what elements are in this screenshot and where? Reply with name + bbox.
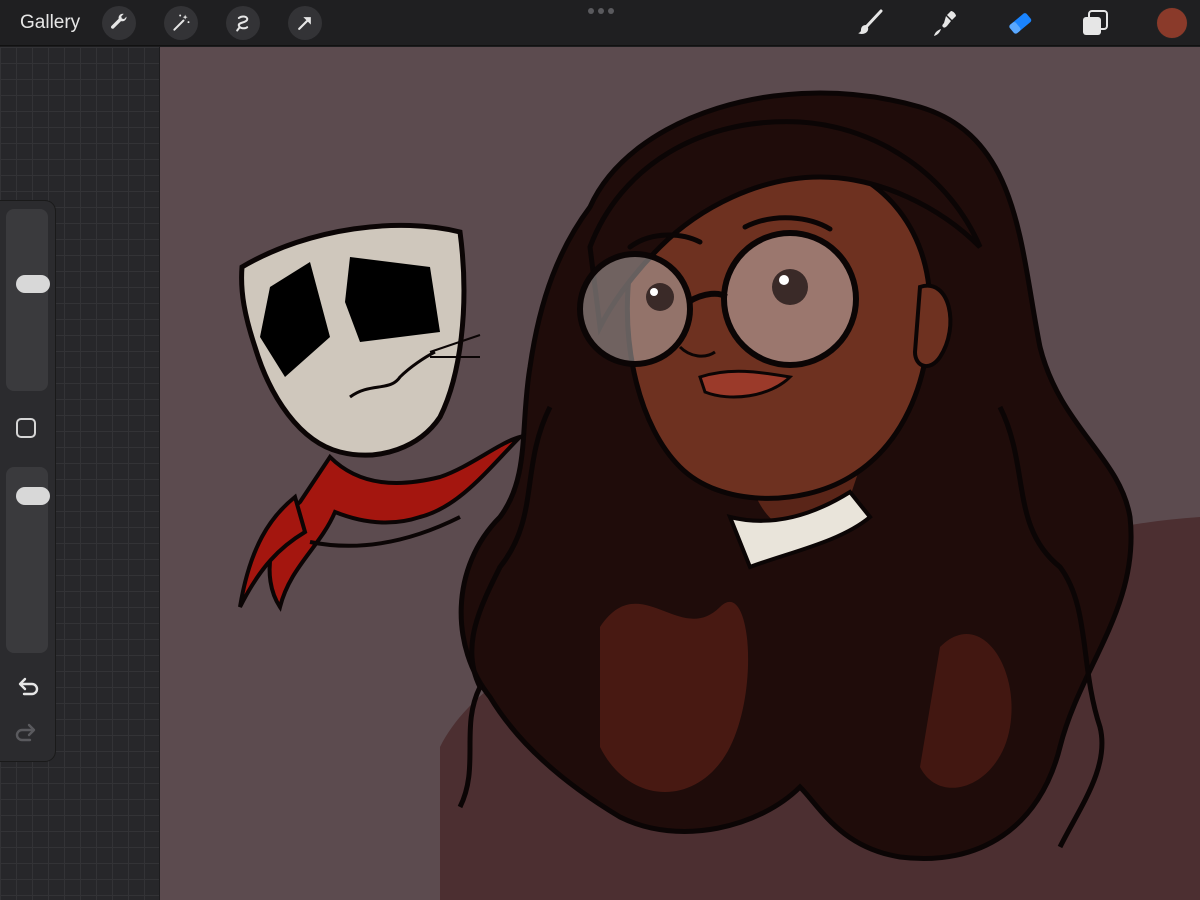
left-eye xyxy=(646,283,674,311)
brush-size-knob[interactable] xyxy=(16,275,50,294)
undo-icon[interactable] xyxy=(14,673,40,699)
window-grabber[interactable] xyxy=(588,8,614,14)
opacity-knob[interactable] xyxy=(16,487,50,505)
actions-button[interactable] xyxy=(102,5,137,40)
right-toolbar xyxy=(856,0,1200,46)
brush-icon xyxy=(858,9,883,34)
selection-button[interactable] xyxy=(226,5,261,40)
erase-tool-button[interactable] xyxy=(1006,9,1034,37)
drawing-canvas[interactable] xyxy=(160,47,1200,900)
wrench-icon xyxy=(111,13,127,29)
top-toolbar: Gallery xyxy=(0,0,1200,46)
eraser-icon xyxy=(1009,13,1032,34)
mask-right-eye xyxy=(345,257,440,342)
transform-button[interactable] xyxy=(288,5,323,40)
glasses-left-lens xyxy=(577,251,693,367)
opacity-slider[interactable] xyxy=(6,467,50,653)
right-eye xyxy=(772,269,808,305)
adjustments-button[interactable] xyxy=(164,5,199,40)
left-sidebar xyxy=(0,201,55,761)
redo-icon[interactable] xyxy=(14,719,40,745)
color-swatch-button[interactable] xyxy=(1156,7,1188,39)
transform-arrow-icon xyxy=(298,16,312,30)
modify-square-icon[interactable] xyxy=(16,418,36,438)
layers-button[interactable] xyxy=(1081,9,1109,37)
selection-icon xyxy=(236,15,249,31)
layers-icon xyxy=(1083,10,1108,35)
smudge-icon xyxy=(934,11,956,36)
magic-wand-icon xyxy=(173,14,190,31)
paint-tool-button[interactable] xyxy=(856,9,884,37)
gallery-button[interactable]: Gallery xyxy=(20,12,80,34)
brush-size-slider[interactable] xyxy=(6,209,50,391)
smudge-tool-button[interactable] xyxy=(931,9,959,37)
artwork xyxy=(238,90,1200,900)
